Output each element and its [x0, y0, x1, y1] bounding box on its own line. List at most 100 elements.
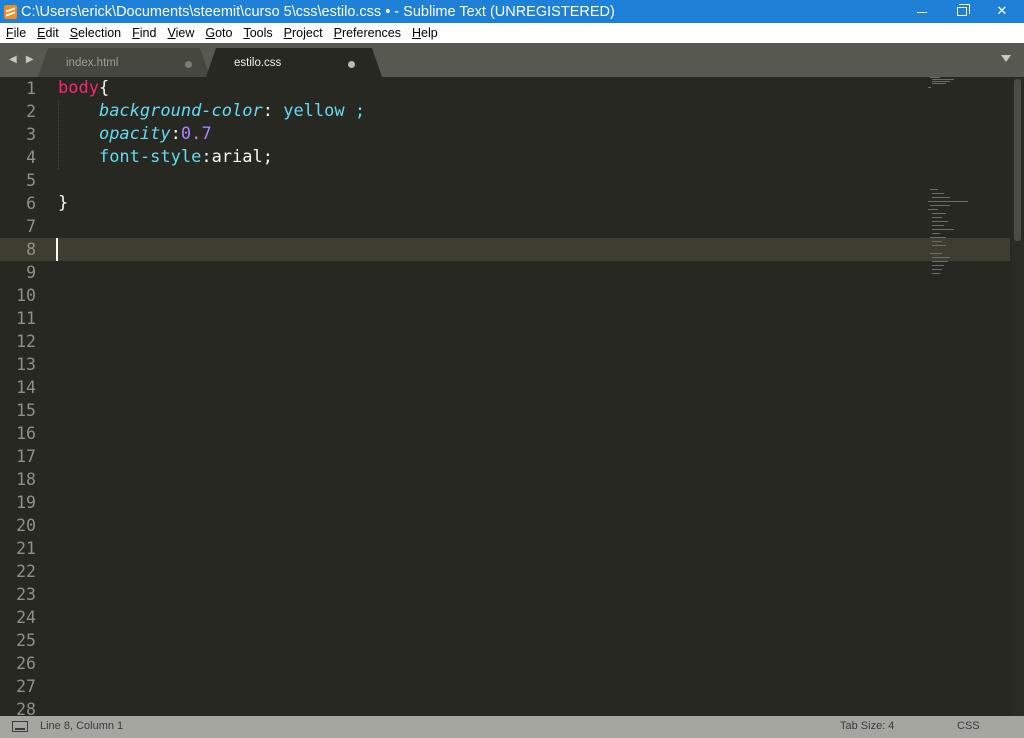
current-line-highlight: [0, 238, 1010, 261]
minimap-line: [932, 265, 944, 266]
window-title: C:\Users\erick\Documents\steemit\curso 5…: [21, 3, 615, 20]
css-value: arial;: [211, 147, 273, 167]
line-number: 4: [26, 148, 36, 167]
minimap-line: [932, 241, 942, 242]
line-number: 23: [16, 585, 36, 604]
menu-edit[interactable]: Edit: [31, 26, 64, 40]
minimap-line: [932, 273, 940, 274]
menu-file[interactable]: File: [0, 26, 31, 40]
minimap-line: [932, 217, 942, 218]
line-number: 18: [16, 470, 36, 489]
line-number: 13: [16, 355, 36, 374]
line-number: 19: [16, 493, 36, 512]
line-number: 27: [16, 677, 36, 696]
line-number: 12: [16, 332, 36, 351]
css-property: font-style: [98, 147, 202, 167]
minimap-line: [932, 81, 950, 82]
minimap[interactable]: [928, 77, 1008, 274]
minimap-line: [932, 233, 940, 234]
minimap-line: [928, 209, 938, 210]
tab-dropdown-icon[interactable]: [1001, 55, 1011, 62]
minimap-line: [932, 197, 950, 198]
menu-find[interactable]: Find: [126, 26, 161, 40]
vertical-scrollbar[interactable]: [1012, 77, 1024, 716]
minimap-line: [932, 83, 946, 84]
minimap-line: [932, 225, 944, 226]
scrollbar-thumb[interactable]: [1014, 79, 1021, 241]
line-number: 15: [16, 401, 36, 420]
line-number: 10: [16, 286, 36, 305]
code-editor[interactable]: 1 2 3 4 5 6 7 8 9 10 11 12 13 14 15 16 17 18 19 20 21 22 23 24 2…: [0, 77, 1024, 716]
brace: {: [98, 78, 110, 98]
line-number: 14: [16, 378, 36, 397]
line-number: 16: [16, 424, 36, 443]
minimap-line: [932, 245, 946, 246]
line-number: 6: [26, 194, 36, 213]
cursor-position: Line 8, Column 1: [40, 720, 124, 732]
colon: :: [262, 101, 273, 121]
menu-view[interactable]: View: [161, 26, 199, 40]
line-number: 11: [16, 309, 36, 328]
line-number: 26: [16, 654, 36, 673]
css-value: yellow ;: [272, 101, 366, 121]
title-bar: C:\Users\erick\Documents\steemit\curso 5…: [0, 0, 1024, 23]
minimize-icon: [917, 12, 927, 13]
minimap-line: [928, 201, 968, 202]
css-property: opacity: [98, 124, 171, 144]
syntax-selector[interactable]: CSS: [957, 720, 980, 732]
css-property: background-color: [98, 101, 263, 121]
minimap-line: [932, 261, 948, 262]
line-number: 1: [26, 79, 36, 98]
line-number: 5: [26, 171, 36, 190]
line-number: 25: [16, 631, 36, 650]
menu-project[interactable]: Project: [278, 26, 328, 40]
code-line-3[interactable]: opacity:0.7: [58, 123, 212, 146]
menu-preferences[interactable]: Preferences: [328, 26, 406, 40]
tab-label: index.html: [66, 56, 119, 69]
tab-nav-arrows-icon[interactable]: ◀ ▶: [9, 54, 37, 65]
minimize-button[interactable]: [902, 0, 942, 23]
line-number: 24: [16, 608, 36, 627]
minimap-line: [930, 205, 950, 206]
line-number: 21: [16, 539, 36, 558]
code-line-4[interactable]: font-style:arial;: [58, 146, 273, 169]
minimap-line: [932, 221, 948, 222]
menu-help[interactable]: Help: [406, 26, 443, 40]
restore-icon: [957, 4, 970, 16]
panel-toggle-icon[interactable]: [12, 721, 28, 732]
menu-bar: File Edit Selection Find View Goto Tools…: [0, 23, 1024, 43]
tab-estilo-css[interactable]: estilo.css: [206, 48, 382, 77]
minimap-line: [930, 77, 940, 78]
modified-dot-icon[interactable]: [348, 61, 355, 68]
tab-label: estilo.css: [234, 56, 282, 69]
line-number: 2: [26, 102, 36, 121]
menu-goto[interactable]: Goto: [199, 26, 237, 40]
tab-bar: ◀ ▶ index.html estilo.css: [0, 43, 1024, 77]
tab-size-selector[interactable]: Tab Size: 4: [840, 720, 894, 732]
restore-button[interactable]: [942, 0, 982, 23]
line-number: 8: [26, 240, 36, 259]
minimap-line: [932, 257, 950, 258]
colon: :: [201, 147, 212, 167]
line-number: 28: [16, 700, 36, 716]
text-caret: [56, 238, 58, 261]
minimap-line: [930, 253, 942, 254]
menu-tools[interactable]: Tools: [237, 26, 277, 40]
minimap-line: [932, 213, 946, 214]
menu-selection[interactable]: Selection: [64, 26, 126, 40]
line-number-gutter: 1 2 3 4 5 6 7 8 9 10 11 12 13 14 15 16 17 18 19 20 21 22 23 24 2…: [0, 77, 52, 716]
minimap-line: [932, 229, 954, 230]
minimap-line: [932, 269, 942, 270]
minimap-line: [932, 193, 944, 194]
minimap-line: [932, 79, 954, 80]
code-line-2[interactable]: background-color: yellow ;: [58, 100, 365, 123]
minimap-line: [930, 189, 938, 190]
sublime-text-icon: [4, 4, 17, 19]
close-button[interactable]: ✕: [982, 0, 1022, 23]
code-line-1[interactable]: body{: [58, 77, 109, 100]
colon: :: [170, 124, 181, 144]
minimap-line: [930, 237, 946, 238]
tab-index-html[interactable]: index.html: [38, 48, 210, 77]
modified-dot-icon[interactable]: [185, 61, 192, 68]
code-line-6[interactable]: }: [58, 192, 68, 215]
